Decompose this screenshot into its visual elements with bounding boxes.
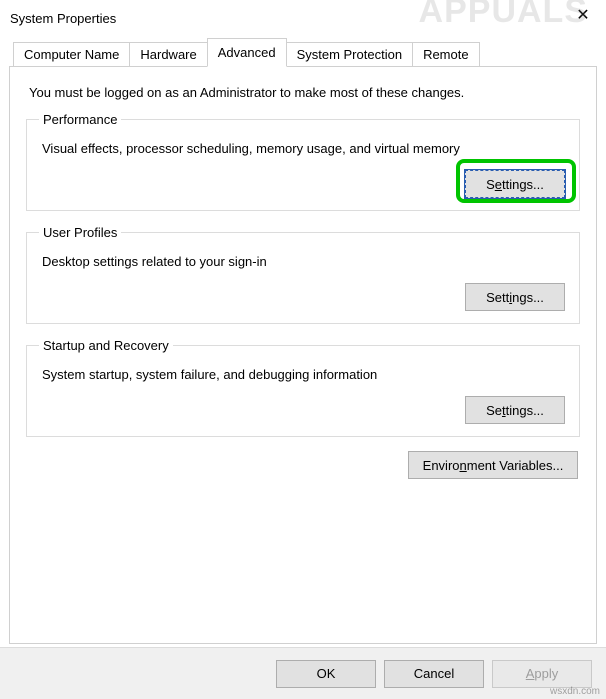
admin-notice: You must be logged on as an Administrato… — [29, 85, 580, 100]
tab-page-advanced: You must be logged on as an Administrato… — [9, 66, 597, 644]
group-user-profiles: User Profiles Desktop settings related t… — [26, 225, 580, 324]
window-title: System Properties — [10, 11, 562, 26]
tab-system-protection[interactable]: System Protection — [286, 42, 414, 66]
env-row: Environment Variables... — [26, 451, 580, 479]
client-area: Computer Name Hardware Advanced System P… — [9, 38, 597, 643]
desc-user-profiles: Desktop settings related to your sign-in — [42, 254, 567, 269]
footer-bar: OK Cancel Apply — [0, 647, 606, 699]
title-bar: System Properties ✕ — [0, 0, 606, 36]
tab-hardware[interactable]: Hardware — [129, 42, 207, 66]
legend-user-profiles: User Profiles — [39, 225, 121, 240]
settings-button-performance[interactable]: Settings... — [465, 170, 565, 198]
tab-computer-name[interactable]: Computer Name — [13, 42, 130, 66]
group-performance: Performance Visual effects, processor sc… — [26, 112, 580, 211]
settings-button-startup[interactable]: Settings... — [465, 396, 565, 424]
desc-performance: Visual effects, processor scheduling, me… — [42, 141, 567, 156]
legend-startup: Startup and Recovery — [39, 338, 173, 353]
ok-button[interactable]: OK — [276, 660, 376, 688]
environment-variables-button[interactable]: Environment Variables... — [408, 451, 578, 479]
legend-performance: Performance — [39, 112, 121, 127]
cancel-button[interactable]: Cancel — [384, 660, 484, 688]
system-properties-window: System Properties ✕ APPUALS Computer Nam… — [0, 0, 606, 699]
group-startup-recovery: Startup and Recovery System startup, sys… — [26, 338, 580, 437]
apply-button[interactable]: Apply — [492, 660, 592, 688]
tab-remote[interactable]: Remote — [412, 42, 480, 66]
tab-strip: Computer Name Hardware Advanced System P… — [13, 38, 597, 66]
close-icon[interactable]: ✕ — [562, 0, 604, 30]
tab-advanced[interactable]: Advanced — [207, 38, 287, 67]
settings-button-user-profiles[interactable]: Settings... — [465, 283, 565, 311]
desc-startup: System startup, system failure, and debu… — [42, 367, 567, 382]
